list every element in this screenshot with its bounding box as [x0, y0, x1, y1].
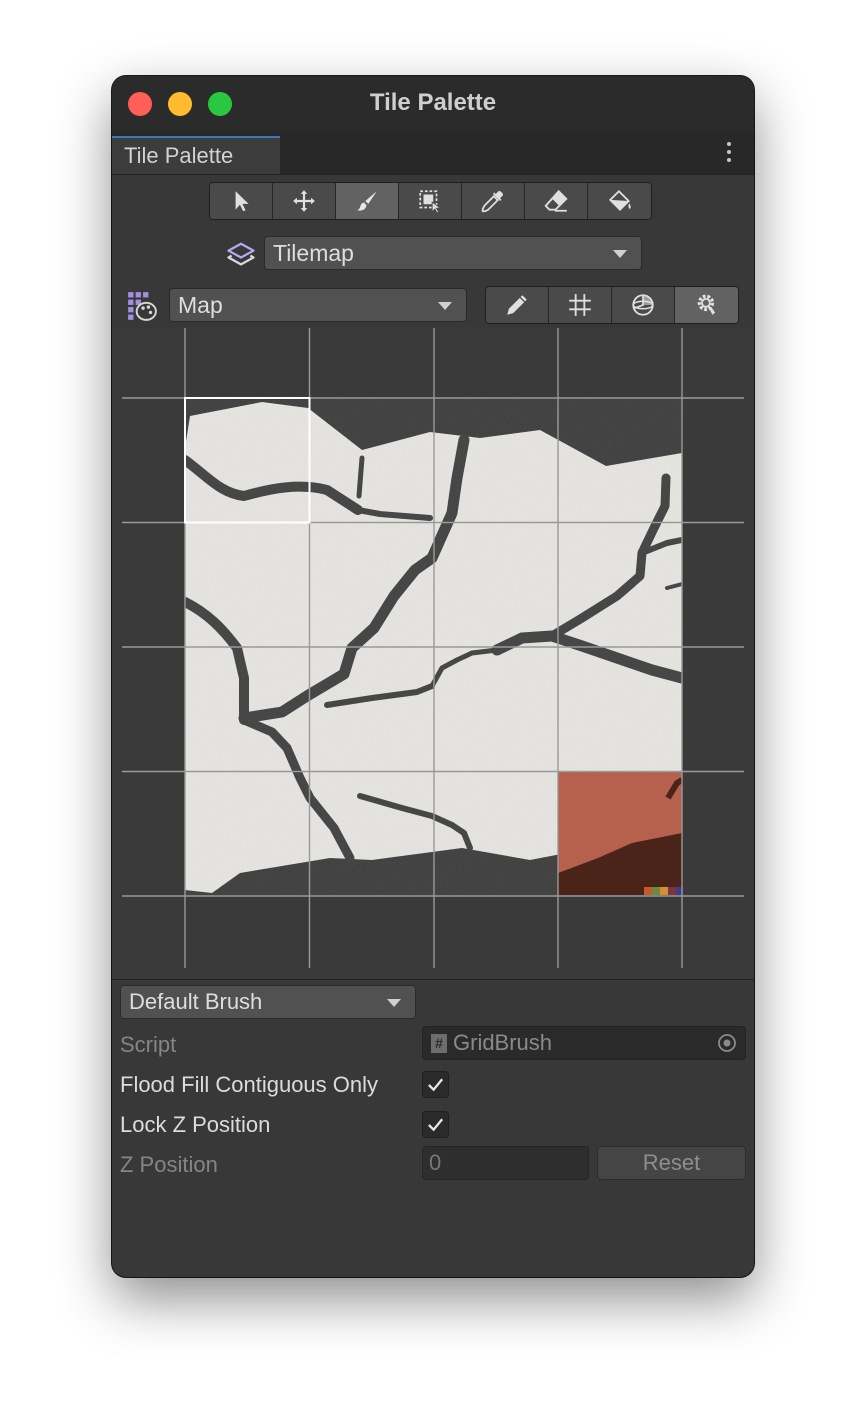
checkmark-icon — [428, 1118, 444, 1132]
gizmo-icon — [632, 294, 654, 316]
script-value: GridBrush — [453, 1030, 553, 1055]
eyedropper-icon — [481, 190, 504, 213]
chevron-down-icon — [613, 250, 627, 258]
active-tilemap-value: Tilemap — [273, 240, 354, 266]
palette-canvas[interactable] — [112, 328, 754, 978]
gear-icon — [697, 294, 715, 315]
z-position-field[interactable]: 0 — [422, 1146, 589, 1180]
box-fill-tool-button[interactable] — [399, 183, 462, 219]
script-object-field[interactable]: # GridBrush — [422, 1026, 746, 1060]
object-picker-icon[interactable] — [717, 1033, 737, 1053]
chevron-down-icon — [387, 999, 401, 1007]
script-file-icon: # — [431, 1034, 447, 1053]
tab-tile-palette[interactable]: Tile Palette — [112, 136, 280, 174]
brush-value: Default Brush — [129, 989, 263, 1014]
script-label: Script — [120, 1032, 177, 1057]
tab-bar: Tile Palette — [112, 132, 754, 175]
palette-value: Map — [178, 292, 223, 318]
palette-dropdown[interactable]: Map — [169, 288, 467, 322]
picker-tool-button[interactable] — [462, 183, 525, 219]
more-options-icon[interactable] — [726, 142, 732, 166]
paint-bucket-icon — [608, 189, 631, 211]
edit-palette-button[interactable] — [486, 287, 549, 323]
flood-fill-label: Flood Fill Contiguous Only — [120, 1072, 379, 1097]
eraser-icon — [544, 189, 568, 212]
z-position-label: Z Position — [120, 1152, 218, 1177]
chevron-down-icon — [438, 302, 452, 310]
brush-inspector: Default Brush Script # GridBrush Flood F… — [112, 979, 754, 1180]
tool-strip — [209, 182, 652, 220]
grid-toggle-button[interactable] — [549, 287, 612, 323]
brush-dropdown[interactable]: Default Brush — [120, 985, 416, 1019]
orange-tile — [558, 772, 682, 895]
reset-button[interactable]: Reset — [597, 1146, 746, 1180]
select-tool-button[interactable] — [210, 183, 273, 219]
move-tool-button[interactable] — [273, 183, 336, 219]
lock-z-label: Lock Z Position — [120, 1112, 271, 1137]
lock-z-checkbox[interactable] — [422, 1111, 449, 1138]
tile-grid — [122, 328, 744, 968]
arrow-cursor-icon — [235, 191, 249, 212]
pencil-icon — [507, 295, 527, 315]
gizmos-toggle-button[interactable] — [612, 287, 675, 323]
settings-button[interactable] — [675, 287, 738, 323]
tile-palette-window: Tile Palette Tile Palette Tilemap Map De… — [112, 76, 754, 1277]
palette-edit-tools — [485, 286, 739, 324]
flood-fill-checkbox[interactable] — [422, 1071, 449, 1098]
checkmark-icon — [428, 1078, 444, 1092]
fill-tool-button[interactable] — [588, 183, 651, 219]
window-title: Tile Palette — [369, 89, 497, 116]
palette-grid-icon — [128, 292, 157, 321]
brush-icon — [357, 191, 377, 211]
active-tilemap-dropdown[interactable]: Tilemap — [264, 236, 642, 270]
layers-icon — [227, 242, 255, 266]
title-bar: Tile Palette — [112, 76, 754, 132]
move-arrows-icon — [293, 190, 315, 212]
erase-tool-button[interactable] — [525, 183, 588, 219]
box-select-icon — [419, 190, 442, 214]
grid-icon — [569, 294, 591, 316]
paint-tool-button[interactable] — [336, 183, 399, 219]
